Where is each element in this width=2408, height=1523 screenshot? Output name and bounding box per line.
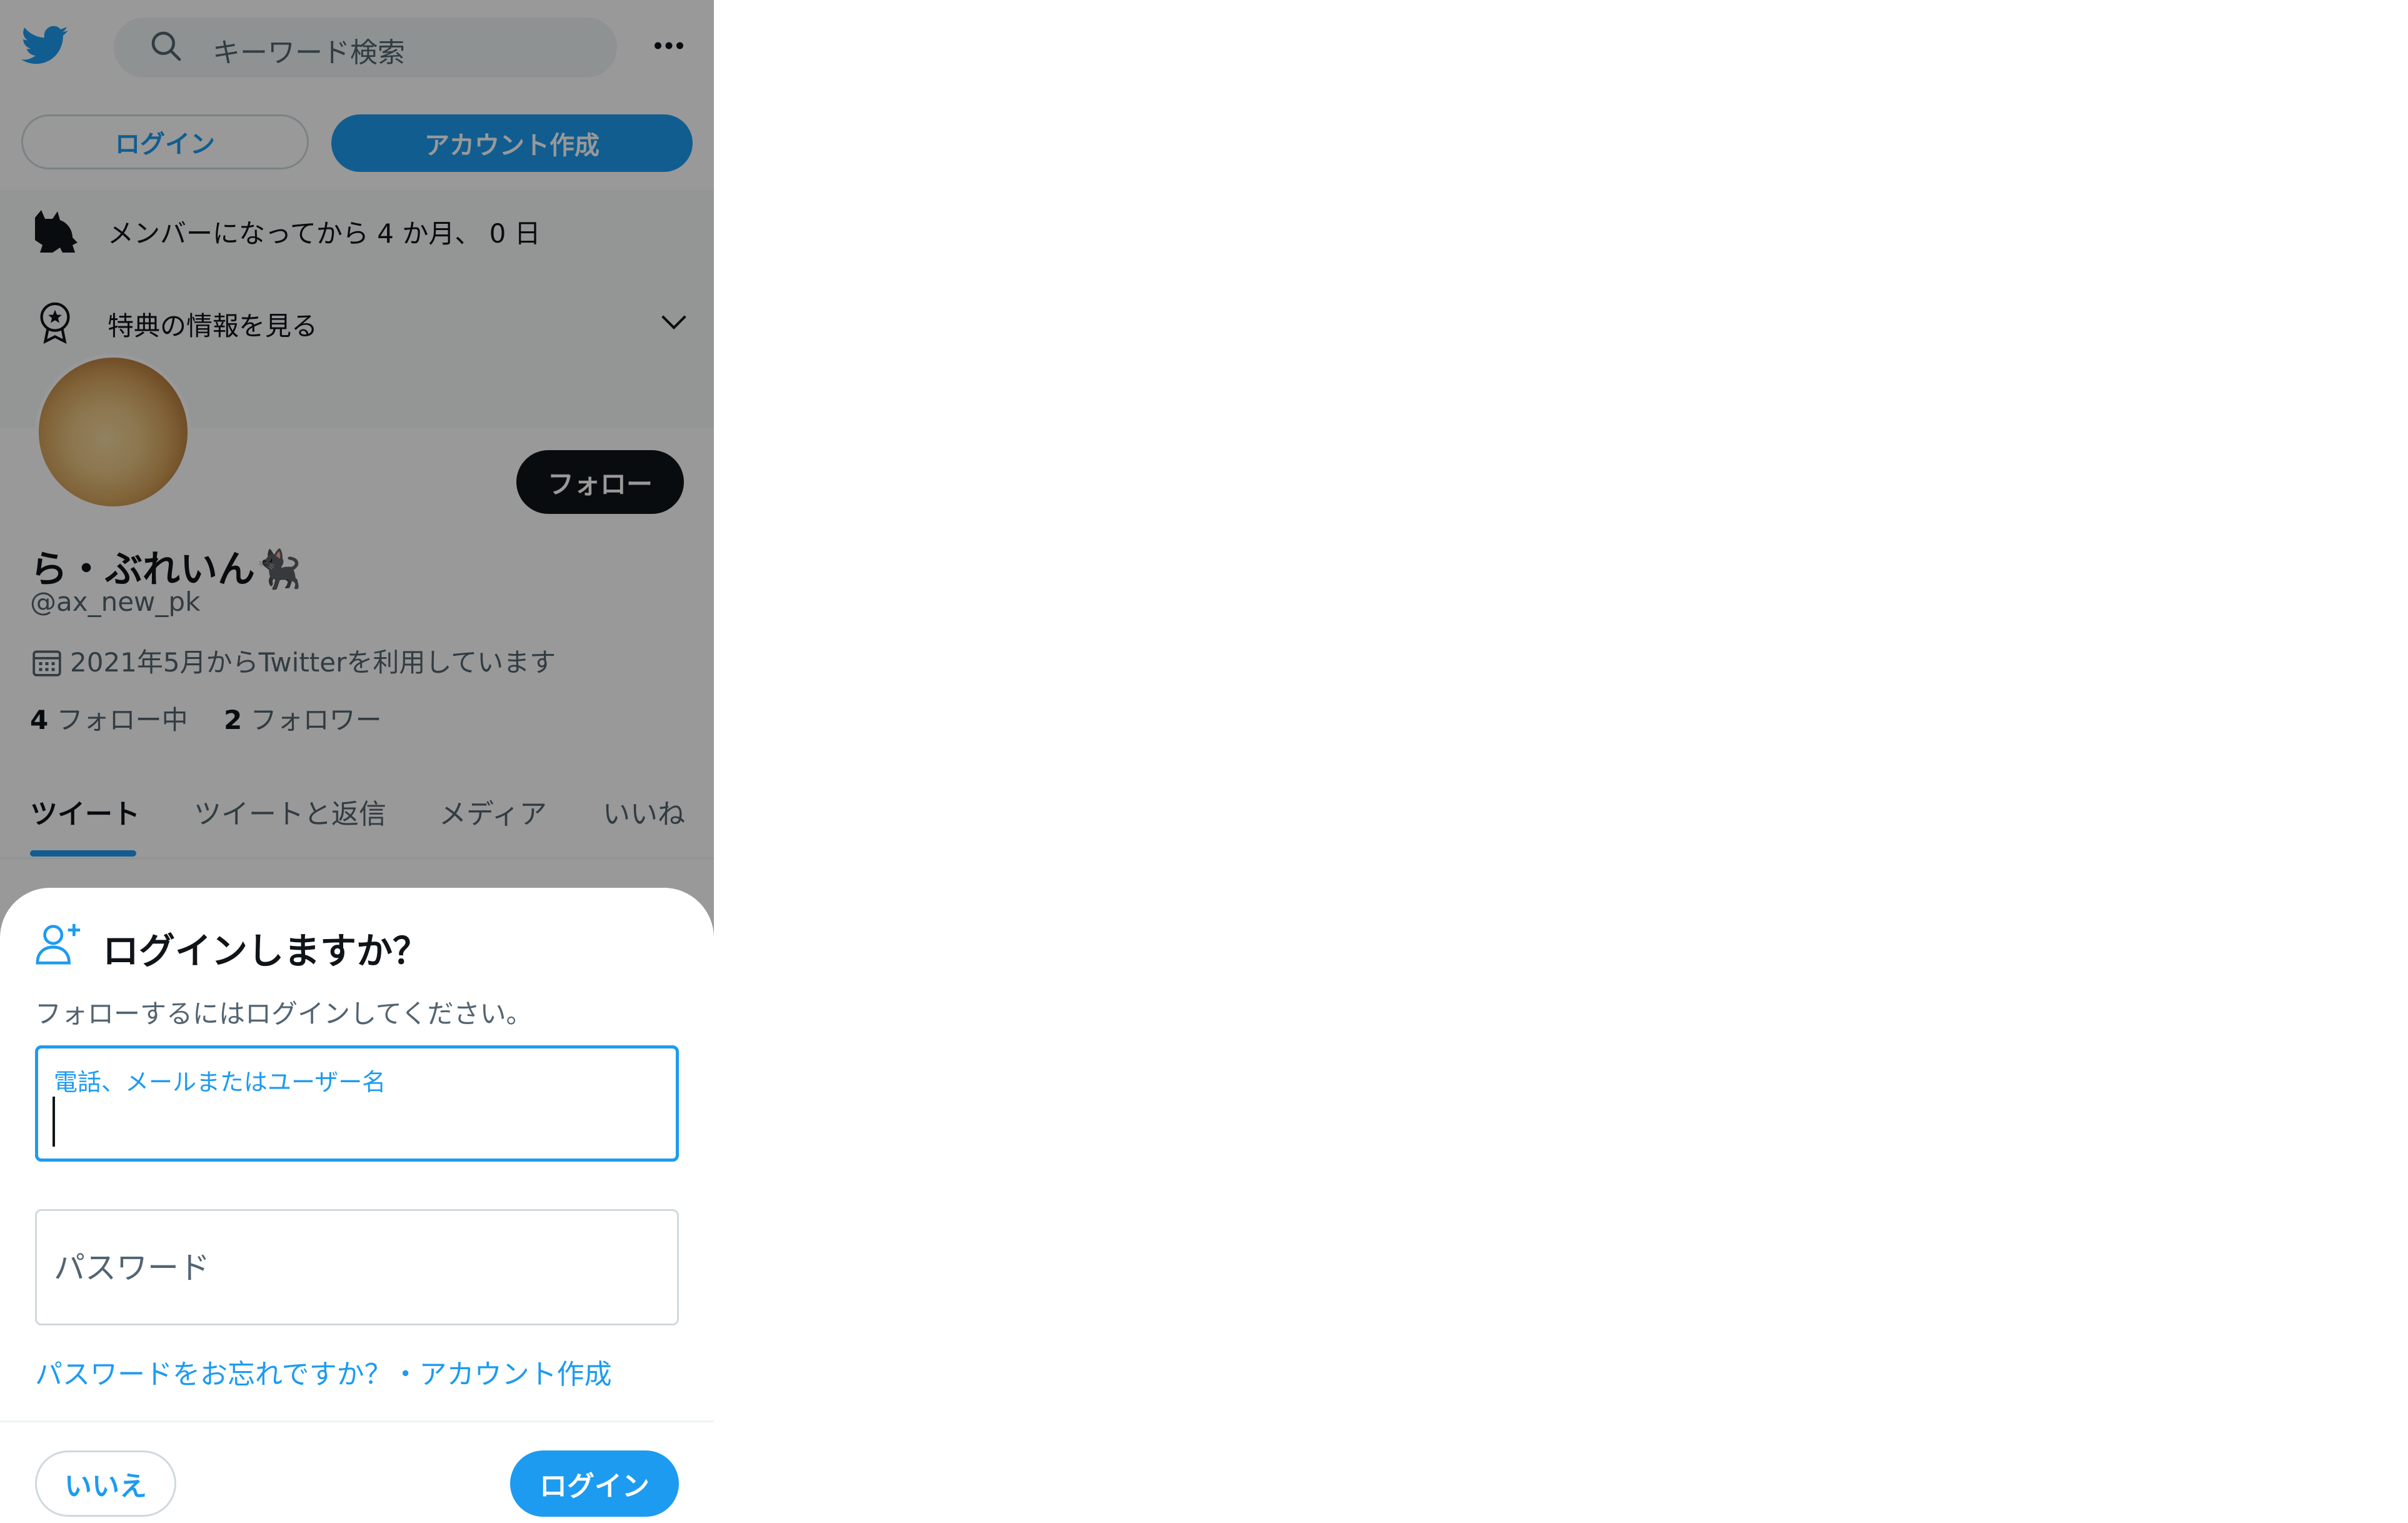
add-user-icon	[36, 923, 81, 965]
text-caret	[53, 1097, 55, 1147]
password-placeholder: パスワード	[54, 1250, 210, 1286]
login-sheet	[0, 888, 714, 1523]
forgot-password-link[interactable]: パスワードをお忘れですか？・アカウント作成	[35, 1352, 612, 1392]
sheet-subtitle: フォローするにはログインしてください。	[35, 998, 533, 1029]
username-label: 電話、メールまたはユーザー名	[54, 1068, 386, 1096]
sheet-title: ログインしますか？	[103, 930, 429, 972]
mobile-app: キーワード検索 ログイン アカウント作成 メンバーになってから 4 か月、 0 …	[0, 0, 714, 1523]
sheet-divider	[0, 1420, 714, 1422]
sheet-login-button[interactable]: ログイン	[510, 1450, 679, 1517]
no-button[interactable]: いいえ	[35, 1450, 176, 1517]
